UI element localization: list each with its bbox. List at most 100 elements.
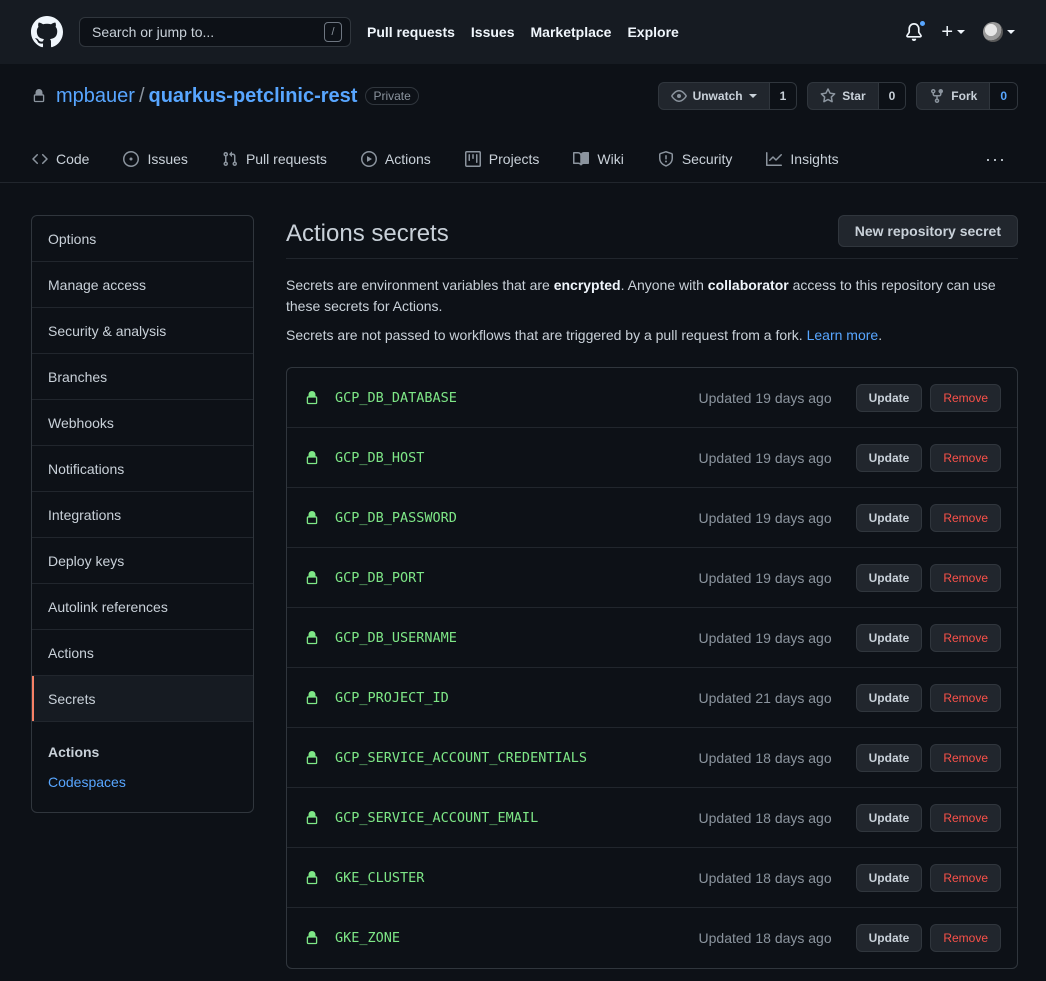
secret-updated: Updated 18 days ago: [698, 809, 832, 826]
watch-count[interactable]: 1: [769, 83, 797, 109]
tab-issues[interactable]: Issues: [123, 151, 188, 167]
sidebar-item-branches[interactable]: Branches: [32, 354, 253, 400]
repo-separator: /: [138, 84, 145, 107]
nav-pull-requests[interactable]: Pull requests: [367, 24, 455, 40]
update-secret-button[interactable]: Update: [855, 683, 923, 712]
repo-owner-link[interactable]: mpbauer: [56, 85, 135, 108]
secret-updated: Updated 19 days ago: [698, 629, 832, 646]
notifications-bell-icon[interactable]: [905, 19, 928, 41]
tab-issues-label: Issues: [147, 151, 188, 167]
remove-secret-button[interactable]: Remove: [930, 924, 1001, 952]
issue-icon: [123, 151, 140, 167]
sidebar-subitem-actions[interactable]: Actions: [48, 744, 237, 760]
remove-secret-button[interactable]: Remove: [930, 863, 1001, 892]
secret-updated: Updated 19 days ago: [698, 389, 832, 406]
remove-secret-button[interactable]: Remove: [930, 383, 1001, 412]
global-header: Search or jump to... / Pull requests Iss…: [0, 0, 1046, 64]
more-tabs-kebab-icon[interactable]: ···: [985, 149, 1006, 170]
update-secret-button[interactable]: Update: [855, 924, 923, 952]
update-secret-button[interactable]: Update: [855, 503, 923, 532]
search-input[interactable]: Search or jump to... /: [79, 17, 351, 47]
tab-security[interactable]: Security: [658, 151, 733, 167]
secret-row: GCP_DB_USERNAME Updated 19 days ago Upda…: [287, 608, 1017, 668]
lock-icon: [305, 930, 319, 946]
visibility-badge: Private: [365, 87, 419, 105]
unwatch-button[interactable]: Unwatch: [659, 83, 770, 109]
remove-secret-button[interactable]: Remove: [930, 443, 1001, 472]
repo-name-link[interactable]: quarkus-petclinic-rest: [149, 85, 358, 108]
remove-secret-button[interactable]: Remove: [930, 623, 1001, 652]
sidebar-item-security-analysis[interactable]: Security & analysis: [32, 308, 253, 354]
update-secret-button[interactable]: Update: [855, 443, 923, 472]
tab-wiki[interactable]: Wiki: [573, 151, 624, 167]
watch-button-group: Unwatch 1: [657, 82, 798, 110]
tab-actions[interactable]: Actions: [360, 151, 431, 167]
update-secret-button[interactable]: Update: [855, 383, 923, 412]
tab-pull-requests[interactable]: Pull requests: [222, 151, 327, 167]
nav-marketplace[interactable]: Marketplace: [531, 24, 612, 40]
project-icon: [464, 151, 481, 167]
desc-text: . Anyone with: [620, 277, 708, 293]
update-secret-button[interactable]: Update: [855, 623, 923, 652]
secret-row: GCP_DB_HOST Updated 19 days ago Update R…: [287, 428, 1017, 488]
nav-issues[interactable]: Issues: [471, 24, 515, 40]
sidebar-item-integrations[interactable]: Integrations: [32, 492, 253, 538]
sidebar-item-autolink-references[interactable]: Autolink references: [32, 584, 253, 630]
settings-sidebar: Options Manage access Security & analysi…: [31, 215, 254, 813]
remove-secret-button[interactable]: Remove: [930, 743, 1001, 772]
repo-actions: Unwatch 1 Star 0 Fork 0: [657, 82, 1018, 110]
sidebar-item-webhooks[interactable]: Webhooks: [32, 400, 253, 446]
sidebar-item-notifications[interactable]: Notifications: [32, 446, 253, 492]
tab-projects[interactable]: Projects: [464, 151, 539, 167]
remove-secret-button[interactable]: Remove: [930, 803, 1001, 832]
secret-updated: Updated 19 days ago: [698, 509, 832, 526]
secrets-list: GCP_DB_DATABASE Updated 19 days ago Upda…: [286, 367, 1018, 969]
lock-icon: [305, 630, 319, 646]
remove-secret-button[interactable]: Remove: [930, 503, 1001, 532]
secret-row: GCP_SERVICE_ACCOUNT_EMAIL Updated 18 day…: [287, 788, 1017, 848]
avatar: [983, 22, 1003, 42]
fork-icon: [931, 89, 944, 104]
sidebar-subitem-codespaces[interactable]: Codespaces: [48, 774, 237, 790]
tab-security-label: Security: [681, 151, 733, 167]
secret-updated: Updated 19 days ago: [698, 569, 832, 586]
remove-secret-button[interactable]: Remove: [930, 563, 1001, 592]
update-secret-button[interactable]: Update: [855, 743, 923, 772]
desc-text: Secrets are environment variables that a…: [286, 277, 554, 293]
tab-code[interactable]: Code: [32, 151, 89, 167]
code-icon: [32, 153, 48, 165]
update-secret-button[interactable]: Update: [855, 563, 923, 592]
remove-secret-button[interactable]: Remove: [930, 683, 1001, 712]
nav-explore[interactable]: Explore: [627, 24, 678, 40]
tab-code-label: Code: [56, 151, 90, 167]
secret-name: GCP_SERVICE_ACCOUNT_CREDENTIALS: [335, 749, 587, 766]
sidebar-item-manage-access[interactable]: Manage access: [32, 262, 253, 308]
create-new-menu[interactable]: +: [941, 21, 965, 44]
sidebar-item-options[interactable]: Options: [32, 216, 253, 262]
sidebar-item-actions[interactable]: Actions: [32, 630, 253, 676]
secret-name: GCP_DB_PASSWORD: [335, 509, 457, 526]
sidebar-item-deploy-keys[interactable]: Deploy keys: [32, 538, 253, 584]
update-secret-button[interactable]: Update: [855, 803, 923, 832]
secret-updated: Updated 19 days ago: [698, 449, 832, 466]
unread-dot: [918, 19, 928, 28]
fork-button[interactable]: Fork: [917, 83, 991, 109]
learn-more-link[interactable]: Learn more: [807, 327, 879, 343]
star-button[interactable]: Star: [808, 83, 879, 109]
unwatch-label: Unwatch: [692, 89, 743, 103]
user-menu[interactable]: [983, 22, 1015, 42]
new-repository-secret-button[interactable]: New repository secret: [837, 214, 1018, 247]
caret-down-icon: [748, 94, 757, 98]
update-secret-button[interactable]: Update: [855, 863, 923, 892]
tab-insights[interactable]: Insights: [766, 151, 839, 167]
fork-button-group: Fork 0: [916, 82, 1018, 110]
plus-icon: +: [941, 20, 953, 43]
repo-tabs: Code Issues Pull requests Actions Projec…: [0, 136, 1046, 182]
search-shortcut-key: /: [324, 22, 342, 42]
github-logo-icon[interactable]: [31, 16, 63, 48]
page-title: Actions secrets: [286, 219, 449, 247]
secret-name: GCP_DB_PORT: [335, 569, 425, 586]
star-count[interactable]: 0: [878, 83, 906, 109]
sidebar-item-secrets[interactable]: Secrets: [32, 676, 253, 722]
fork-count[interactable]: 0: [990, 83, 1017, 109]
